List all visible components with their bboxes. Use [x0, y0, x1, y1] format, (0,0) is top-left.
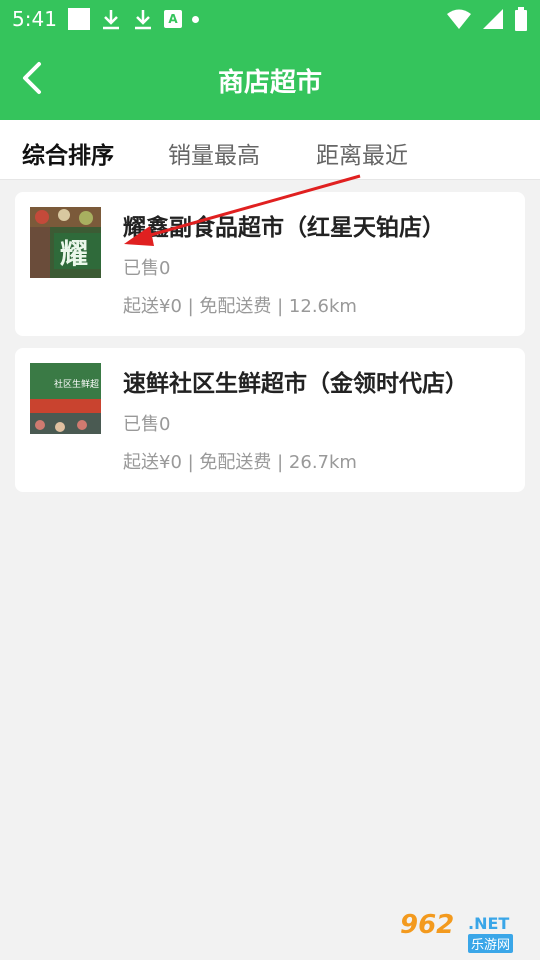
store-thumbnail: 社区生鲜超: [30, 363, 101, 434]
store-thumbnail: 耀: [30, 207, 101, 278]
store-card[interactable]: 社区生鲜超 速鲜社区生鲜超市（金领时代店） 已售0 起送¥0 | 免配送费 | …: [15, 348, 525, 492]
watermark-suffix: .NET: [468, 914, 510, 933]
status-bar: 5:41 A: [0, 0, 540, 38]
store-delivery-info: 起送¥0 | 免配送费 | 26.7km: [123, 452, 357, 473]
tab-nearest[interactable]: 距离最近: [316, 136, 408, 170]
thumb-text: 耀: [60, 237, 88, 270]
thumb-text: 社区生鲜超: [54, 378, 99, 390]
notification-icons: A: [68, 7, 199, 31]
tab-comprehensive-sort[interactable]: 综合排序: [22, 136, 114, 170]
store-card[interactable]: 耀 耀鑫副食品超市（红星天铂店） 已售0 起送¥0 | 免配送费 | 12.6k…: [15, 192, 525, 336]
store-sold-count: 已售0: [123, 258, 171, 279]
status-right-icons: [446, 7, 528, 31]
notification-square-icon: [68, 8, 90, 30]
store-name: 耀鑫副食品超市（红星天铂店）: [123, 215, 445, 241]
sort-tabs: 综合排序 销量最高 距离最近: [0, 120, 540, 180]
signal-icon: [483, 9, 503, 29]
battery-icon: [515, 7, 527, 31]
app-a-icon: A: [164, 10, 182, 28]
page-title: 商店超市: [217, 68, 322, 98]
app-bar: 商店超市: [0, 38, 540, 120]
more-dot-icon: [192, 15, 199, 23]
download-icon: [103, 10, 119, 30]
watermark-site: 乐游网: [468, 934, 514, 953]
store-sold-count: 已售0: [123, 414, 171, 435]
watermark-number: 962: [400, 910, 455, 940]
store-delivery-info: 起送¥0 | 免配送费 | 12.6km: [123, 296, 357, 317]
wifi-icon: [447, 9, 471, 29]
download-icon: [135, 10, 151, 30]
site-watermark: 962 .NET 乐游网: [400, 908, 532, 954]
status-time: 5:41: [12, 7, 57, 31]
store-name: 速鲜社区生鲜超市（金领时代店）: [123, 371, 468, 397]
tab-top-sales[interactable]: 销量最高: [168, 136, 260, 170]
